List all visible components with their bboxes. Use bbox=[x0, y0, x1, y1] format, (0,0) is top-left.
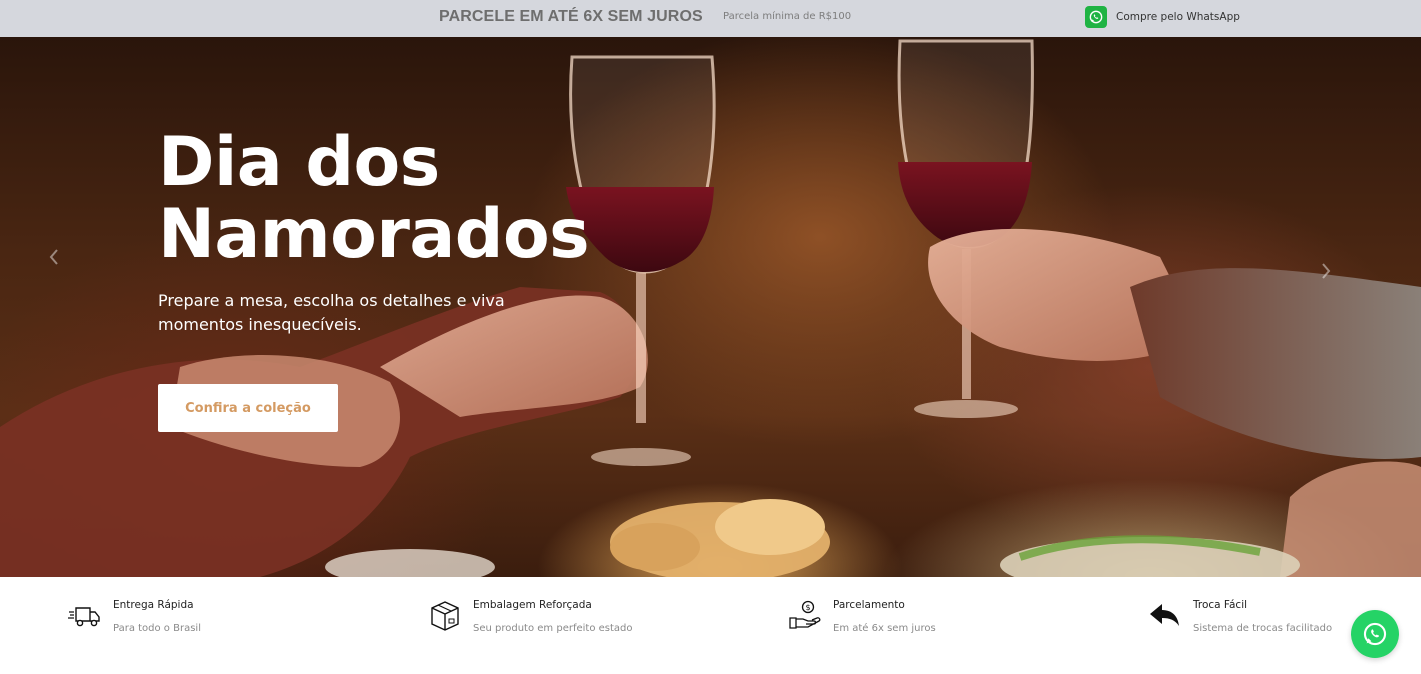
feature-title: Troca Fácil bbox=[1193, 599, 1248, 611]
truck-icon bbox=[68, 607, 100, 627]
feature-subtitle: Para todo o Brasil bbox=[113, 623, 201, 634]
view-collection-button[interactable]: Confira a coleção bbox=[158, 384, 338, 432]
features-strip: Entrega Rápida Para todo o Brasil Embala… bbox=[0, 577, 1421, 674]
minimum-installment-note: Parcela mínima de R$100 bbox=[723, 11, 852, 22]
hero-title: Dia dos Namorados bbox=[158, 123, 590, 274]
svg-text:$: $ bbox=[805, 603, 810, 612]
carousel-next-button[interactable] bbox=[1314, 259, 1338, 283]
whatsapp-icon bbox=[1363, 622, 1387, 646]
floating-whatsapp-button[interactable] bbox=[1351, 610, 1399, 658]
whatsapp-link[interactable]: Compre pelo WhatsApp bbox=[1085, 6, 1240, 28]
whatsapp-icon bbox=[1085, 6, 1107, 28]
installment-promo: PARCELE EM ATÉ 6X SEM JUROS bbox=[439, 8, 703, 25]
carousel-prev-button[interactable] bbox=[42, 245, 66, 269]
feature-title: Parcelamento bbox=[833, 599, 905, 611]
hero-banner: Dia dos Namorados Prepare a mesa, escolh… bbox=[0, 37, 1421, 577]
whatsapp-link-label: Compre pelo WhatsApp bbox=[1116, 11, 1240, 23]
box-icon bbox=[431, 601, 459, 631]
top-announcement-bar: PARCELE EM ATÉ 6X SEM JUROS Parcela míni… bbox=[0, 0, 1421, 37]
feature-title: Embalagem Reforçada bbox=[473, 599, 592, 611]
hand-money-icon: $ bbox=[789, 600, 821, 629]
chevron-left-icon bbox=[49, 249, 58, 265]
return-arrow-icon bbox=[1150, 604, 1179, 626]
feature-title: Entrega Rápida bbox=[113, 599, 194, 611]
feature-subtitle: Seu produto em perfeito estado bbox=[473, 623, 633, 634]
hero-subtitle: Prepare a mesa, escolha os detalhes e vi… bbox=[158, 291, 505, 334]
feature-subtitle: Em até 6x sem juros bbox=[833, 623, 936, 634]
chevron-right-icon bbox=[1322, 263, 1331, 279]
feature-subtitle: Sistema de trocas facilitado bbox=[1193, 623, 1333, 634]
